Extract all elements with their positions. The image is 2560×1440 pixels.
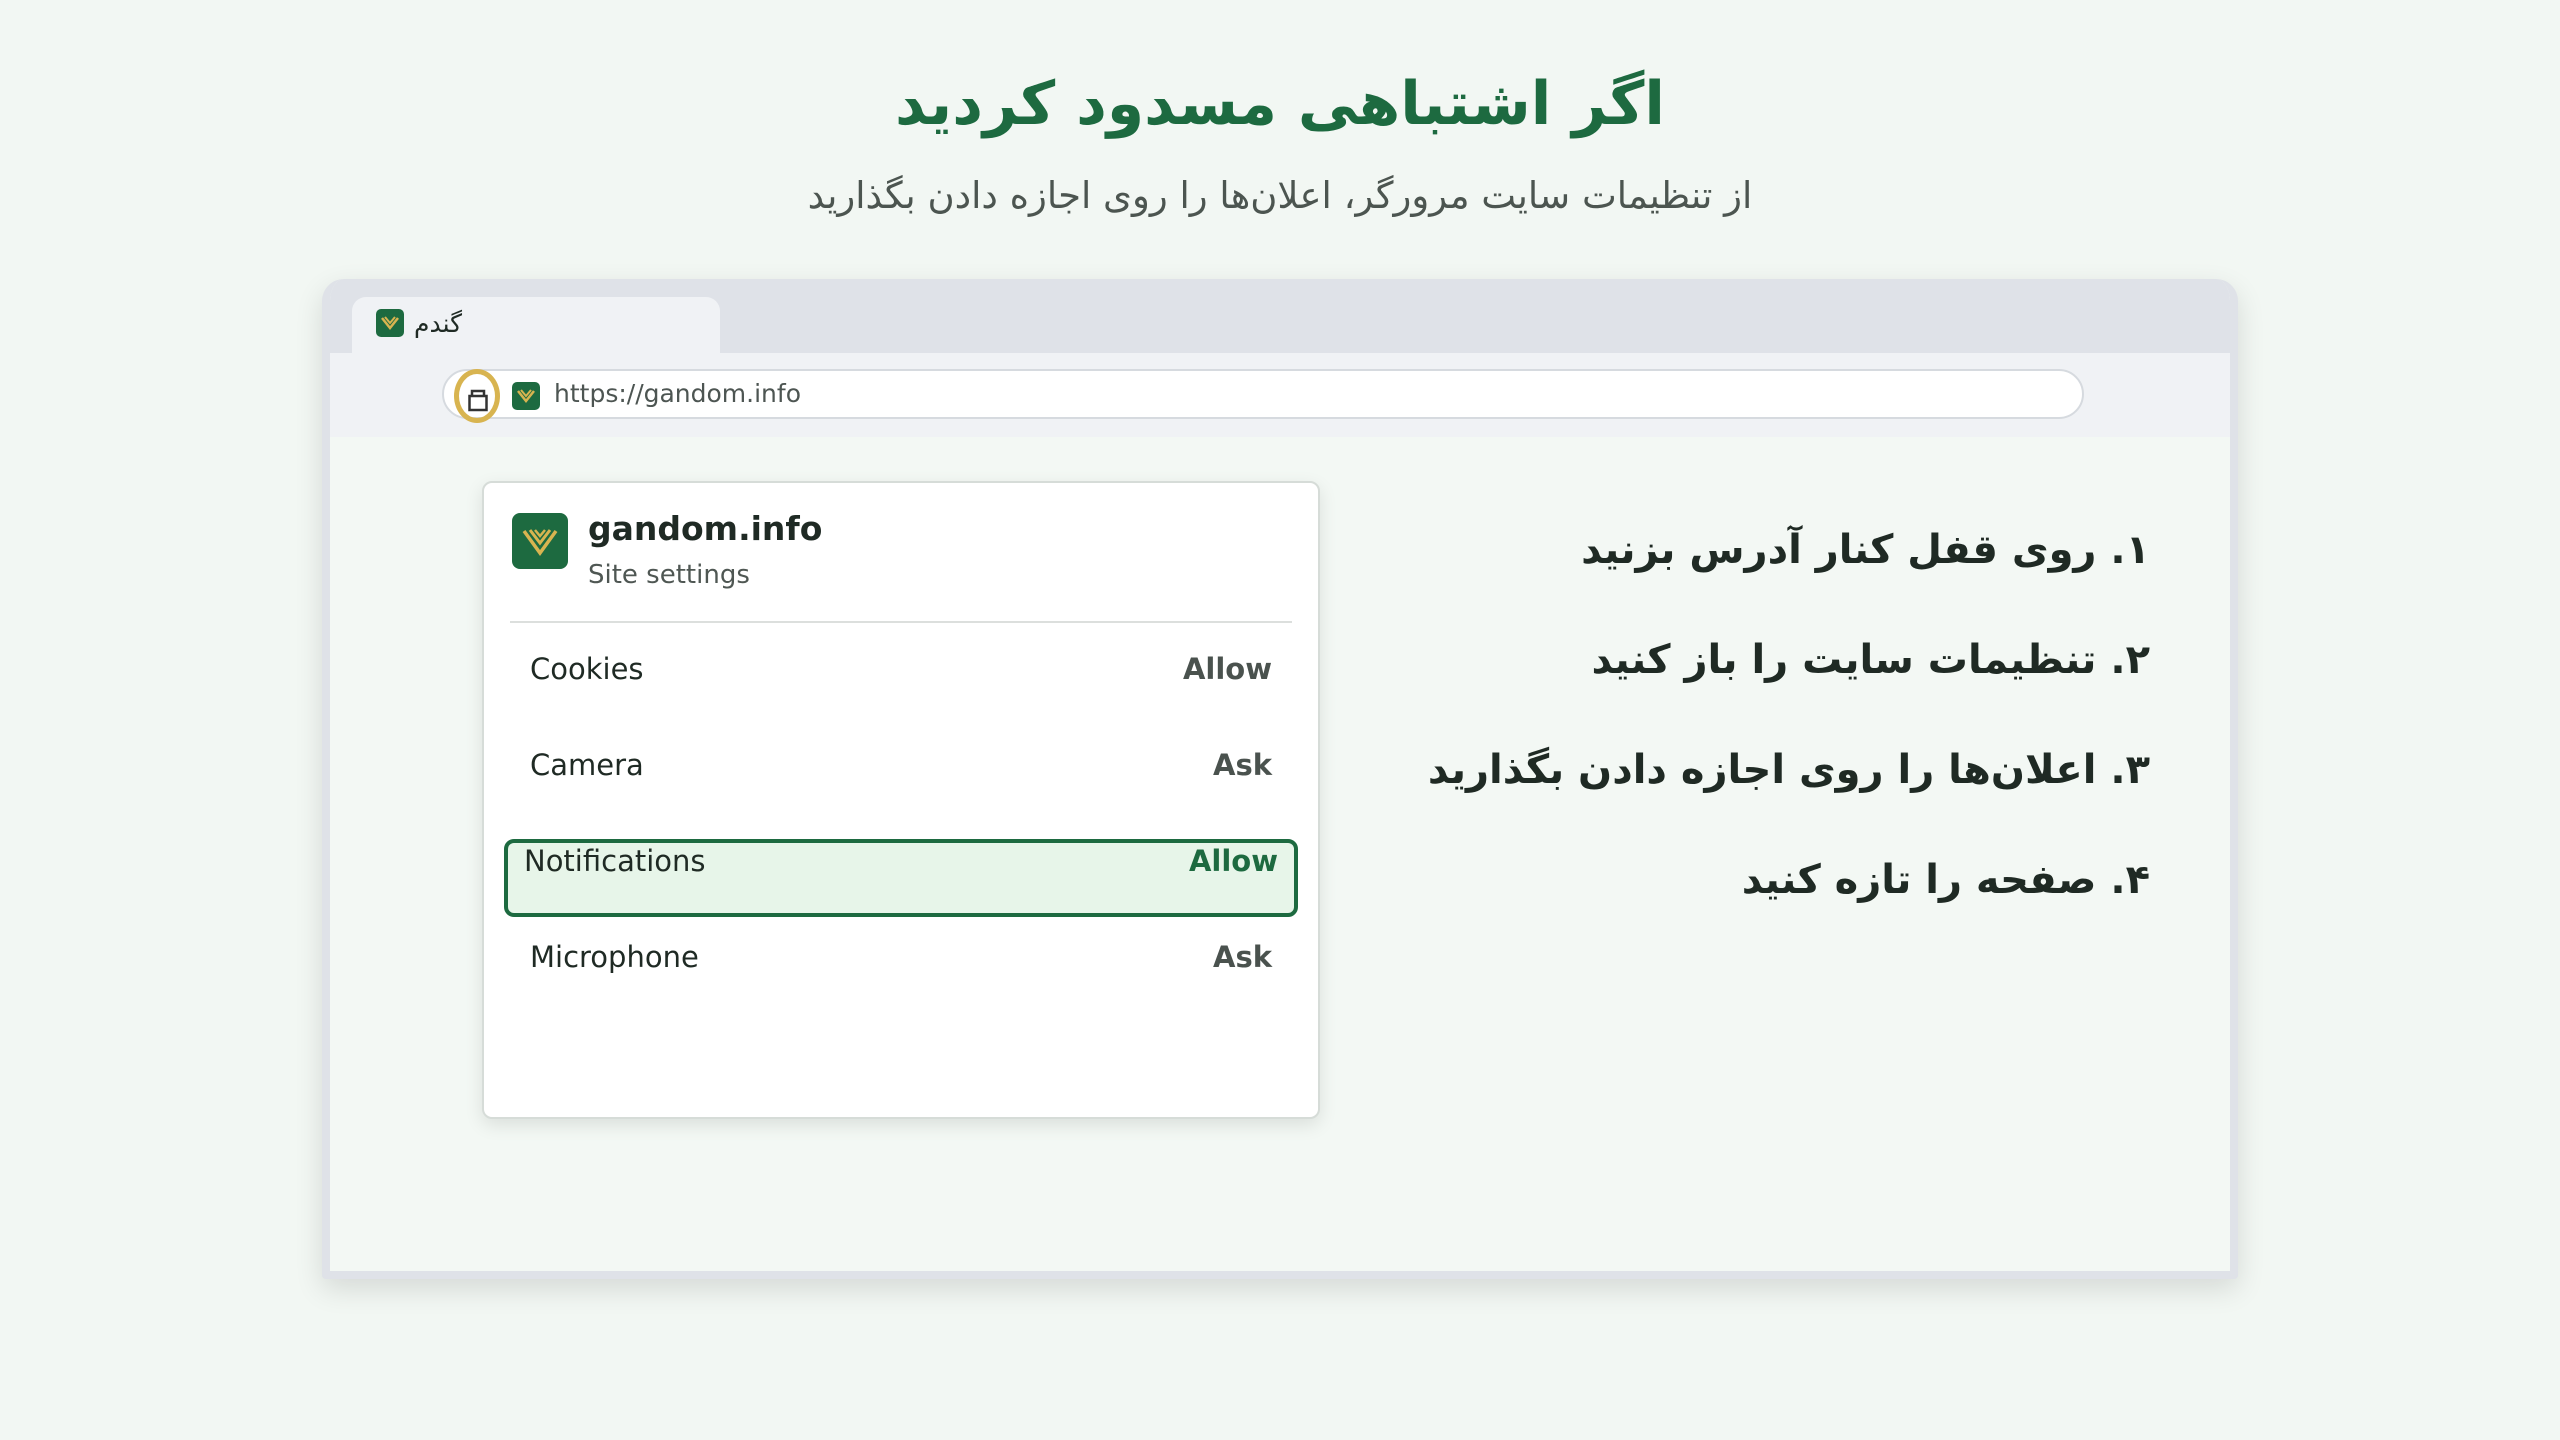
step-item: ۱. روی قفل کنار آدرس بزنید: [1581, 527, 2150, 573]
popup-domain: gandom.info: [588, 509, 823, 548]
lock-button[interactable]: [454, 369, 500, 423]
browser-toolbar: https://gandom.info: [330, 353, 2230, 437]
permission-name: Camera: [530, 748, 644, 782]
wheat-logo-icon: [512, 382, 540, 414]
permission-name: Microphone: [530, 940, 699, 974]
wheat-logo-icon: [376, 309, 404, 341]
address-bar[interactable]: https://gandom.info: [442, 369, 2084, 423]
tab-bar: گندم: [330, 279, 2230, 353]
permission-name: Notifications: [524, 844, 706, 878]
step-item: ۳. اعلان‌ها را روی اجازه دادن بگذارید: [1427, 747, 2150, 793]
step-item: ۴. صفحه را تازه کنید: [1741, 857, 2150, 903]
url-text[interactable]: https://gandom.info: [554, 379, 801, 409]
tab-title: گندم: [414, 309, 463, 338]
wheat-logo-icon: [512, 513, 568, 573]
browser-tab[interactable]: گندم: [352, 297, 720, 353]
step-item: ۲. تنظیمات سایت را باز کنید: [1591, 637, 2150, 683]
page-subtitle: از تنظیمات سایت مرورگر، اعلان‌ها را روی …: [807, 174, 1753, 217]
steps-list: ۱. روی قفل کنار آدرس بزنید ۲. تنظیمات سا…: [1050, 522, 2150, 962]
permission-name: Cookies: [530, 652, 644, 686]
page-title: اگر اشتباهی مسدود کردید: [895, 69, 1665, 139]
site-settings-link[interactable]: Site settings: [588, 559, 750, 591]
